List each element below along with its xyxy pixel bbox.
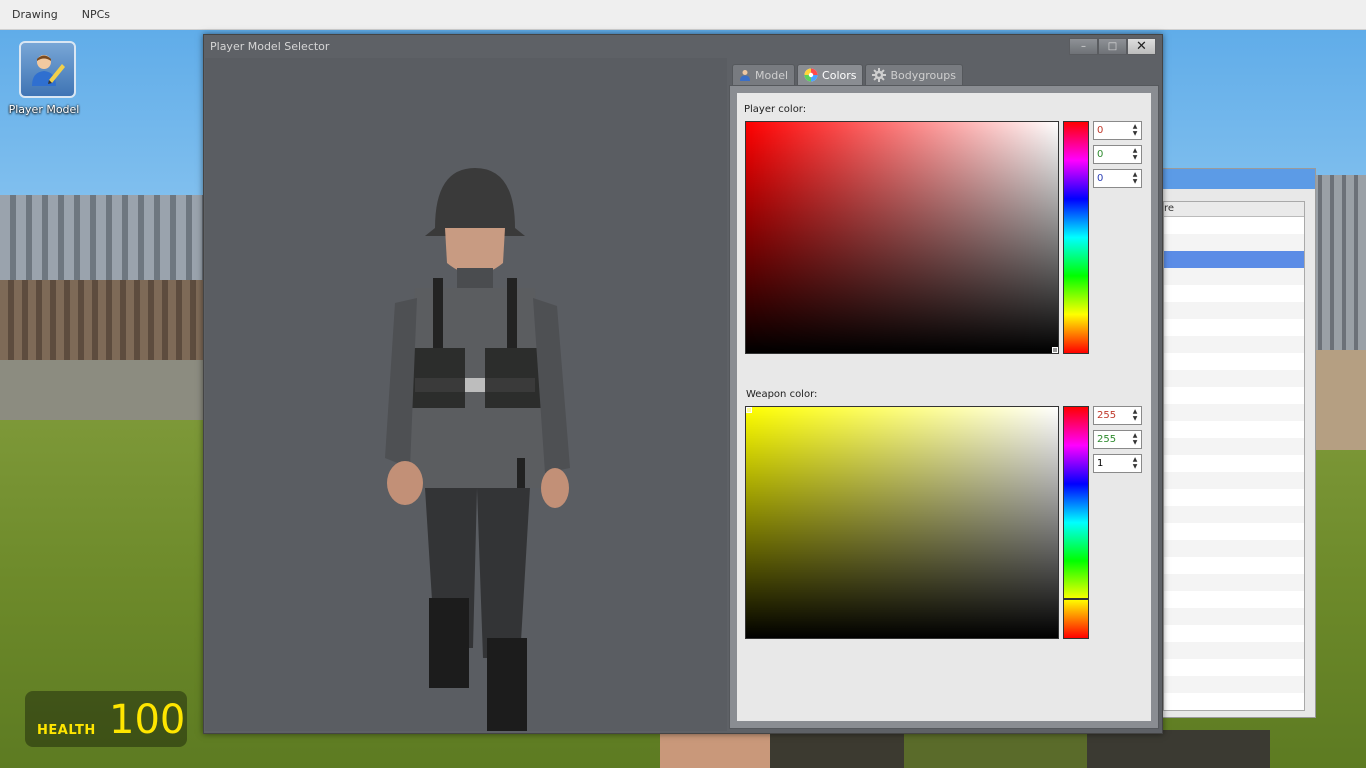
list-row[interactable] [1164,217,1304,234]
list-row[interactable] [1164,659,1304,676]
tab-bodygroups[interactable]: Bodygroups [865,64,963,85]
spinner-arrows-icon[interactable]: ▲ ▼ [1131,147,1139,162]
background-window-list[interactable]: re [1163,201,1305,711]
list-row[interactable] [1164,506,1304,523]
list-row[interactable] [1164,591,1304,608]
player-color-sv-picker[interactable] [745,121,1059,354]
building-left-brick [0,280,205,365]
weapon-color-label: Weapon color: [746,389,818,400]
list-row[interactable] [1164,302,1304,319]
soldier-model [385,168,570,731]
background-window: re [1150,168,1316,718]
close-button[interactable]: ✕ [1127,38,1156,55]
tab-colors-label: Colors [822,68,857,82]
window-title[interactable]: Player Model Selector [210,40,329,53]
context-menubar: Drawing NPCs [0,0,1366,30]
weapon-color-hue-bar[interactable] [1063,406,1089,639]
list-row-selected[interactable] [1164,251,1304,268]
spinner-arrows-icon[interactable]: ▲ ▼ [1131,408,1139,423]
weapon-color-sv-picker[interactable] [745,406,1059,639]
list-row[interactable] [1164,421,1304,438]
player-color-blue-input[interactable]: 0 ▲ ▼ [1093,169,1142,188]
weapon-color-blue-input[interactable]: 1 ▲ ▼ [1093,454,1142,473]
player-color-hue-bar[interactable] [1063,121,1089,354]
background-window-titlebar[interactable] [1151,169,1315,189]
weapon-color-green-value: 255 [1097,434,1117,445]
spinner-arrows-icon[interactable]: ▲ ▼ [1131,171,1139,186]
maximize-icon: □ [1107,41,1118,52]
wall-right [1310,350,1366,450]
desktop-icon-player-model[interactable]: Player Model [9,41,82,116]
list-row[interactable] [1164,234,1304,251]
weapon-color-green-input[interactable]: 255 ▲ ▼ [1093,430,1142,449]
player-color-value-gradient [746,122,1058,353]
list-row[interactable] [1164,319,1304,336]
list-row[interactable] [1164,608,1304,625]
list-row[interactable] [1164,455,1304,472]
list-row[interactable] [1164,472,1304,489]
wall-left [0,360,205,420]
list-row[interactable] [1164,642,1304,659]
weapon-color-value-gradient [746,407,1058,638]
list-row[interactable] [1164,557,1304,574]
player-color-green-input[interactable]: 0 ▲ ▼ [1093,145,1142,164]
building-right [1310,175,1366,355]
player-color-red-input[interactable]: 0 ▲ ▼ [1093,121,1142,140]
list-row[interactable] [1164,676,1304,693]
desktop-icon-label: Player Model [8,103,80,116]
gear-icon [872,68,887,82]
menu-npcs[interactable]: NPCs [70,0,122,30]
list-row[interactable] [1164,489,1304,506]
player-color-red-value: 0 [1097,125,1104,136]
list-row[interactable] [1164,540,1304,557]
minimize-button[interactable]: – [1069,38,1098,55]
list-row[interactable] [1164,438,1304,455]
player-color-blue-value: 0 [1097,173,1104,184]
weapon-color-red-input[interactable]: 255 ▲ ▼ [1093,406,1142,425]
window-controls: – □ ✕ [1069,38,1156,55]
list-row[interactable] [1164,353,1304,370]
spinner-arrows-icon[interactable]: ▲ ▼ [1131,123,1139,138]
list-row[interactable] [1164,370,1304,387]
player-model-selector-window: Player Model Selector – □ ✕ Model Colors… [203,34,1163,734]
menu-drawing[interactable]: Drawing [0,0,70,30]
player-color-green-value: 0 [1097,149,1104,160]
tab-bodygroups-label: Bodygroups [890,68,956,82]
viewmodel-hands [660,730,1270,768]
weapon-color-red-value: 255 [1097,410,1117,421]
spinner-arrows-icon[interactable]: ▲ ▼ [1131,432,1139,447]
player-model-icon [18,41,76,98]
tab-model[interactable]: Model [732,64,796,85]
list-row[interactable] [1164,336,1304,353]
weapon-color-hue-marker[interactable] [1064,598,1088,600]
colors-tab-panel: Player color: 0 ▲ ▼ 0 ▲ ▼ 0 ▲ ▼ Weapon colo… [729,85,1159,729]
list-row[interactable] [1164,625,1304,642]
maximize-button[interactable]: □ [1098,38,1127,55]
health-label: HEALTH [37,723,96,738]
list-row[interactable] [1164,404,1304,421]
list-row[interactable] [1164,285,1304,302]
health-hud: HEALTH 100 [25,691,187,747]
tab-model-label: Model [755,68,789,82]
tab-bar: Model Colors Bodygroups [732,64,965,85]
player-color-label: Player color: [744,104,807,115]
tab-colors[interactable]: Colors [797,64,864,85]
list-column-header[interactable]: re [1164,202,1304,217]
colors-panel-inner: Player color: 0 ▲ ▼ 0 ▲ ▼ 0 ▲ ▼ Weapon colo… [737,93,1151,721]
list-row[interactable] [1164,387,1304,404]
list-row[interactable] [1164,268,1304,285]
model-preview-viewport[interactable] [205,58,727,731]
person-icon [739,69,751,81]
health-value: 100 [109,697,186,743]
weapon-color-sv-marker[interactable] [746,407,752,413]
close-icon: ✕ [1136,39,1147,54]
list-row[interactable] [1164,523,1304,540]
spinner-arrows-icon[interactable]: ▲ ▼ [1131,456,1139,471]
weapon-color-blue-value: 1 [1097,458,1104,469]
color-wheel-icon [804,68,818,82]
player-color-sv-marker[interactable] [1052,347,1058,353]
list-row[interactable] [1164,574,1304,591]
minimize-icon: – [1081,41,1086,52]
